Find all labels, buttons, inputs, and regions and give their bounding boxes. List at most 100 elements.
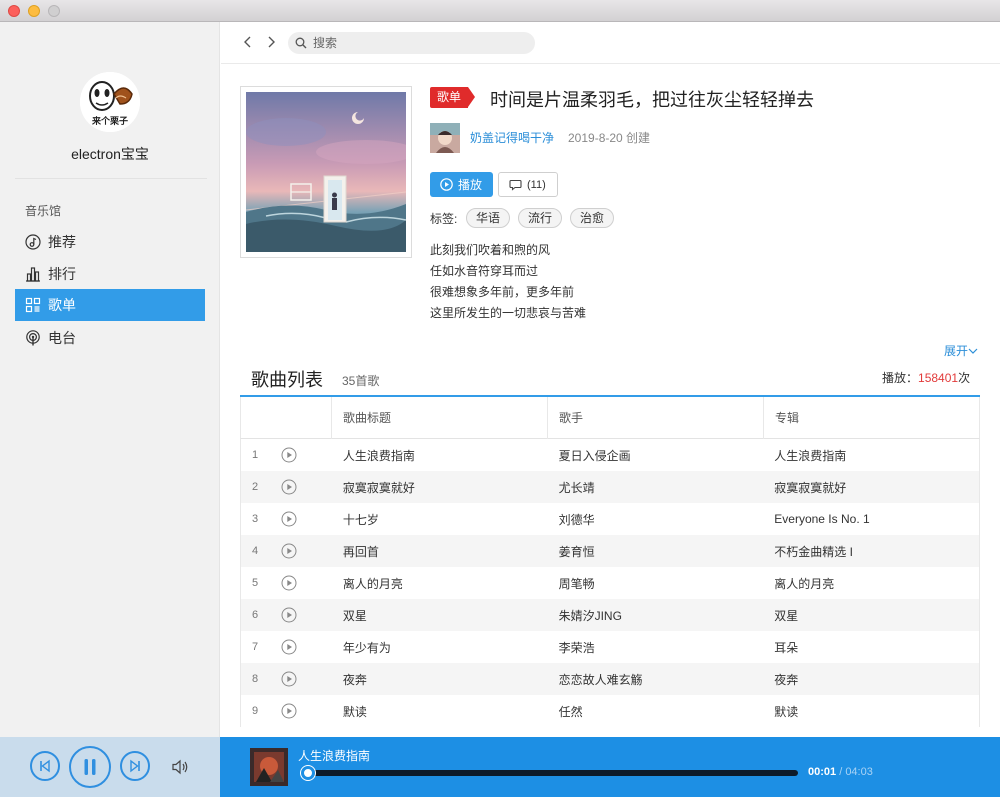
play-count-label: 播放： bbox=[882, 371, 919, 385]
song-artist[interactable]: 尤长靖 bbox=[548, 479, 764, 496]
song-count: 35首歌 bbox=[342, 374, 380, 388]
play-circle-icon bbox=[281, 639, 297, 655]
sidebar-item-recommend[interactable]: 推荐 bbox=[15, 226, 205, 258]
song-artist[interactable]: 刘德华 bbox=[548, 511, 764, 528]
song-artist[interactable]: 任然 bbox=[548, 703, 764, 720]
song-title[interactable]: 十七岁 bbox=[332, 511, 548, 528]
song-title[interactable]: 夜奔 bbox=[332, 671, 548, 688]
column-header-artist[interactable]: 歌手 bbox=[548, 397, 764, 439]
table-row[interactable]: 5 离人的月亮 周笔畅 离人的月亮 bbox=[240, 567, 980, 599]
song-album[interactable]: 离人的月亮 bbox=[763, 575, 979, 592]
row-index: 5 bbox=[252, 577, 259, 589]
sidebar: 来个栗子 electron宝宝 音乐馆 推荐 排行 歌单 电台 bbox=[0, 22, 220, 737]
play-count-value: 158401 bbox=[918, 371, 959, 385]
sidebar-item-label: 电台 bbox=[48, 330, 76, 346]
song-album[interactable]: 默读 bbox=[763, 703, 979, 720]
expand-label: 展开 bbox=[944, 344, 969, 358]
song-title[interactable]: 寂寞寂寞就好 bbox=[332, 479, 548, 496]
play-all-button[interactable]: 播放 bbox=[430, 172, 493, 197]
comments-button[interactable]: (11) bbox=[498, 172, 558, 197]
song-title[interactable]: 离人的月亮 bbox=[332, 575, 548, 592]
table-row[interactable]: 6 双星 朱婧汐JING 双星 bbox=[240, 599, 980, 631]
description-line: 这里所发生的一切悲哀与苦难 bbox=[430, 306, 587, 320]
grid-icon bbox=[25, 297, 41, 313]
song-title[interactable]: 双星 bbox=[332, 607, 548, 624]
row-play-button[interactable] bbox=[281, 543, 332, 559]
progress-knob[interactable] bbox=[301, 766, 315, 780]
table-row[interactable]: 4 再回首 姜育恒 不朽金曲精选 I bbox=[240, 535, 980, 567]
song-title[interactable]: 默读 bbox=[332, 703, 548, 720]
zoom-window-button[interactable] bbox=[48, 5, 60, 17]
row-play-button[interactable] bbox=[281, 703, 332, 719]
pause-button[interactable] bbox=[69, 746, 111, 788]
song-artist[interactable]: 夏日入侵企画 bbox=[548, 447, 764, 464]
song-artist[interactable]: 姜育恒 bbox=[548, 543, 764, 560]
row-play-button[interactable] bbox=[281, 607, 332, 623]
song-album[interactable]: 寂寞寂寞就好 bbox=[763, 479, 979, 496]
sidebar-divider bbox=[15, 178, 207, 179]
avatar-caption: 来个栗子 bbox=[91, 115, 128, 127]
forward-arrow-icon[interactable] bbox=[264, 34, 278, 50]
comment-icon bbox=[509, 179, 522, 191]
search-box[interactable] bbox=[288, 32, 535, 54]
sidebar-item-label: 推荐 bbox=[48, 234, 76, 250]
search-icon bbox=[295, 37, 307, 49]
song-title[interactable]: 再回首 bbox=[332, 543, 548, 560]
song-album[interactable]: Everyone Is No. 1 bbox=[763, 512, 979, 526]
row-play-button[interactable] bbox=[281, 511, 332, 527]
row-play-button[interactable] bbox=[281, 671, 332, 687]
table-row[interactable]: 9 默读 任然 默读 bbox=[240, 695, 980, 727]
row-play-button[interactable] bbox=[281, 479, 332, 495]
tag[interactable]: 治愈 bbox=[570, 208, 615, 228]
table-row[interactable]: 1 人生浪费指南 夏日入侵企画 人生浪费指南 bbox=[240, 439, 980, 471]
previous-track-button[interactable] bbox=[30, 751, 60, 781]
playlist-badge: 歌单 bbox=[430, 87, 476, 108]
song-album[interactable]: 耳朵 bbox=[763, 639, 979, 656]
column-header-title[interactable]: 歌曲标题 bbox=[332, 397, 548, 439]
table-row[interactable]: 8 夜奔 恋恋故人难玄觞 夜奔 bbox=[240, 663, 980, 695]
row-play-button[interactable] bbox=[281, 639, 332, 655]
table-row[interactable]: 3 十七岁 刘德华 Everyone Is No. 1 bbox=[240, 503, 980, 535]
song-title[interactable]: 年少有为 bbox=[332, 639, 548, 656]
table-row[interactable]: 7 年少有为 李荣浩 耳朵 bbox=[240, 631, 980, 663]
song-artist[interactable]: 恋恋故人难玄觞 bbox=[548, 671, 764, 688]
username: electron宝宝 bbox=[71, 146, 149, 162]
back-arrow-icon[interactable] bbox=[241, 34, 255, 50]
close-window-button[interactable] bbox=[8, 5, 20, 17]
sidebar-item-radio[interactable]: 电台 bbox=[15, 322, 205, 354]
song-album[interactable]: 双星 bbox=[763, 607, 979, 624]
creator-avatar[interactable] bbox=[430, 123, 460, 153]
progress-bar[interactable] bbox=[300, 766, 798, 780]
tag[interactable]: 华语 bbox=[466, 208, 511, 228]
row-play-button[interactable] bbox=[281, 447, 332, 463]
song-artist[interactable]: 李荣浩 bbox=[548, 639, 764, 656]
song-album[interactable]: 不朽金曲精选 I bbox=[763, 543, 979, 560]
search-input[interactable] bbox=[313, 32, 523, 54]
minimize-window-button[interactable] bbox=[28, 5, 40, 17]
next-track-button[interactable] bbox=[120, 751, 150, 781]
volume-icon[interactable] bbox=[171, 759, 189, 775]
now-playing-cover[interactable] bbox=[250, 748, 288, 786]
expand-description-button[interactable]: 展开 bbox=[944, 342, 978, 359]
creator-name[interactable]: 奶盖记得喝干净 bbox=[470, 129, 554, 146]
sidebar-item-charts[interactable]: 排行 bbox=[15, 258, 205, 290]
song-album[interactable]: 人生浪费指南 bbox=[763, 447, 979, 464]
created-date: 2019-8-20 创建 bbox=[568, 131, 651, 145]
music-note-icon bbox=[25, 234, 41, 250]
row-index: 4 bbox=[252, 545, 259, 557]
song-artist[interactable]: 朱婧汐JING bbox=[548, 607, 764, 624]
description-line: 此刻我们吹着和煦的风 bbox=[430, 243, 551, 257]
row-play-button[interactable] bbox=[281, 575, 332, 591]
comment-count: (11) bbox=[527, 178, 546, 191]
song-album[interactable]: 夜奔 bbox=[763, 671, 979, 688]
song-artist[interactable]: 周笔畅 bbox=[548, 575, 764, 592]
avatar[interactable]: 来个栗子 bbox=[80, 72, 140, 132]
sidebar-item-playlists[interactable]: 歌单 bbox=[15, 289, 205, 321]
chevron-down-icon bbox=[968, 348, 978, 354]
now-playing-title: 人生浪费指南 bbox=[298, 749, 371, 763]
tag[interactable]: 流行 bbox=[518, 208, 563, 228]
column-header-album[interactable]: 专辑 bbox=[764, 397, 979, 439]
table-body: 1 人生浪费指南 夏日入侵企画 人生浪费指南 2 寂寞寂寞就好 尤长靖 寂寞寂寞就好 3 十七岁刘… bbox=[240, 439, 980, 727]
table-row[interactable]: 2 寂寞寂寞就好 尤长靖 寂寞寂寞就好 bbox=[240, 471, 980, 503]
song-title[interactable]: 人生浪费指南 bbox=[332, 447, 548, 464]
